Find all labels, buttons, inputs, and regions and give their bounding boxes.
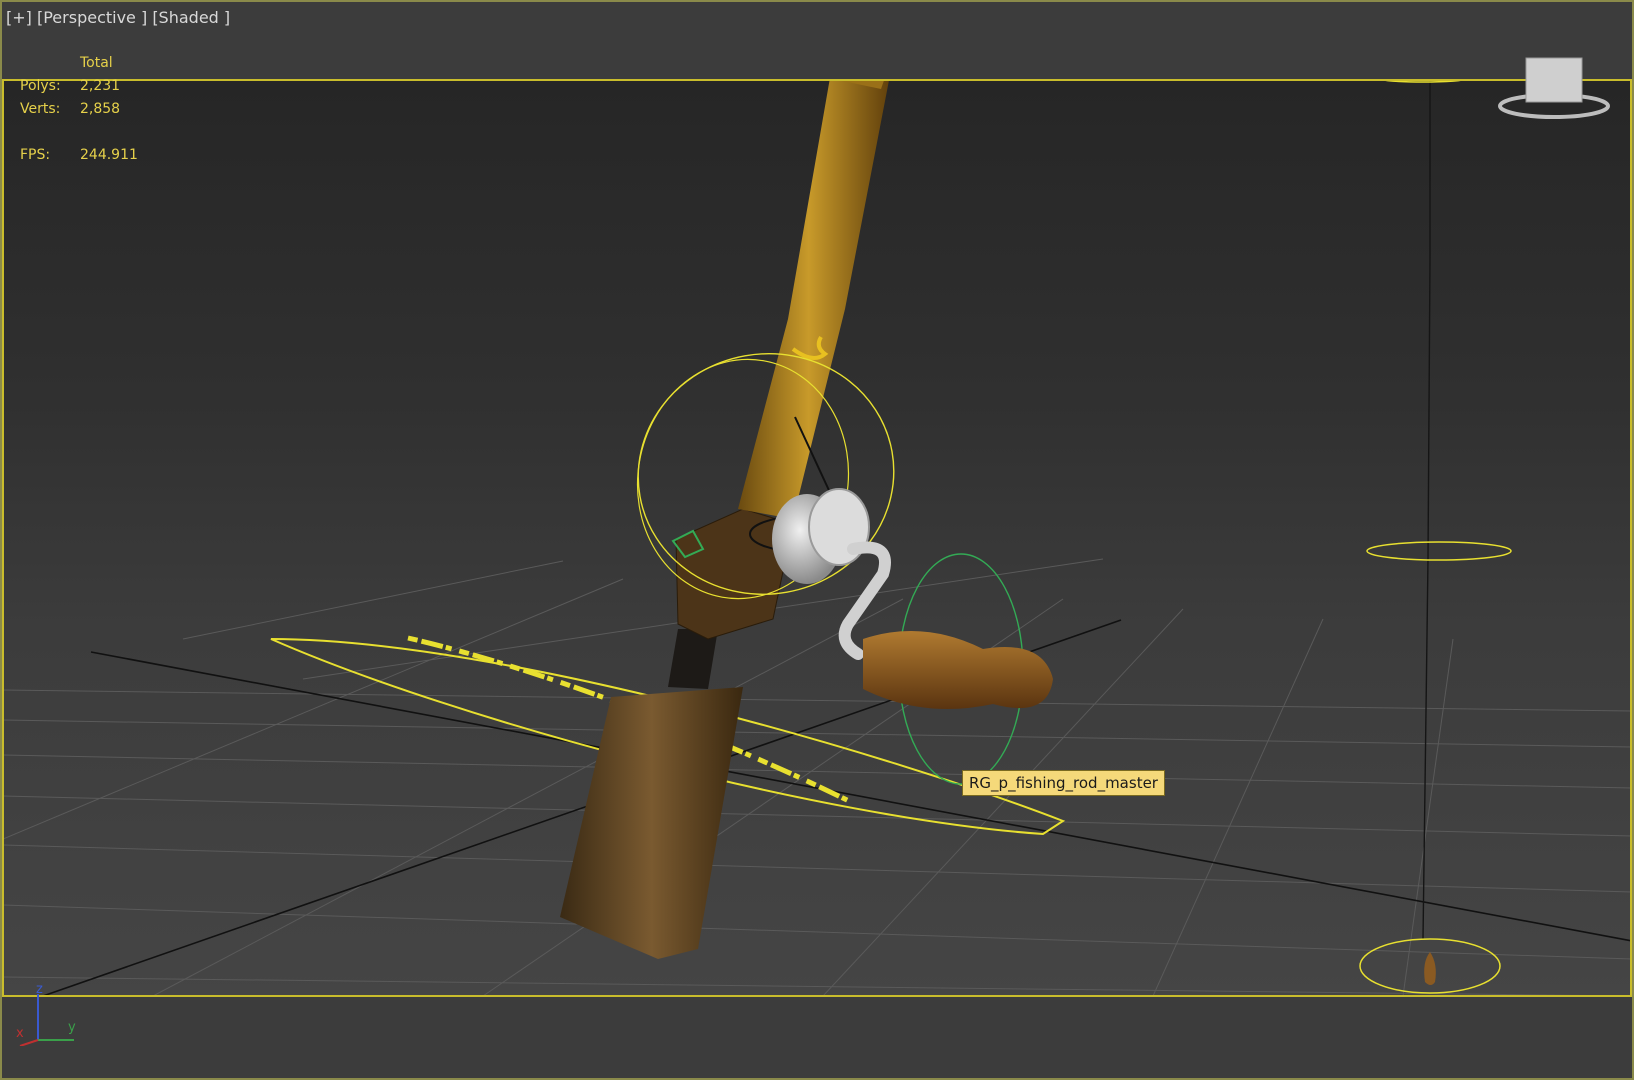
reel-handle <box>863 631 1053 709</box>
rod-grip <box>560 687 743 959</box>
ground-grid <box>3 558 1632 996</box>
viewport-menu: [+] [Perspective ] [Shaded ] <box>6 8 230 27</box>
rod-blank <box>738 79 890 519</box>
axis-x-label: x <box>16 1026 24 1041</box>
stats-polys-value: 2,231 <box>80 78 121 94</box>
viewport-general-menu[interactable]: [+] <box>6 8 32 27</box>
axis-z-label: z <box>36 982 43 997</box>
scene-svg <box>3 79 1632 996</box>
hook-weight <box>1424 952 1436 985</box>
line-mid-control[interactable] <box>1366 541 1512 561</box>
stats-fps-value: 244.911 <box>80 147 138 163</box>
stats-fps-label: FPS: <box>20 147 51 163</box>
viewport-label-bar: [+] [Perspective ] [Shaded ] <box>0 0 1634 36</box>
stats-verts-label: Verts: <box>20 101 61 117</box>
axis-y-label: y <box>68 1020 76 1035</box>
axis-tripod: z y x <box>14 982 84 1047</box>
viewcube-face[interactable] <box>1525 57 1583 103</box>
viewport-shading-menu[interactable]: [Shaded ] <box>152 8 230 27</box>
world-axes <box>42 619 1632 996</box>
viewport-point-of-view-menu[interactable]: [Perspective ] <box>37 8 147 27</box>
stats-verts-value: 2,858 <box>80 101 121 117</box>
scene-canvas[interactable] <box>3 79 1632 996</box>
line-top-control[interactable] <box>1380 79 1466 83</box>
viewport[interactable]: [+] [Perspective ] [Shaded ] Total Polys… <box>0 0 1634 1080</box>
stats-total-header: Total <box>80 55 113 71</box>
viewcube[interactable] <box>1496 56 1612 122</box>
stats-polys-label: Polys: <box>20 78 61 94</box>
object-name-tooltip: RG_p_fishing_rod_master <box>962 770 1165 796</box>
